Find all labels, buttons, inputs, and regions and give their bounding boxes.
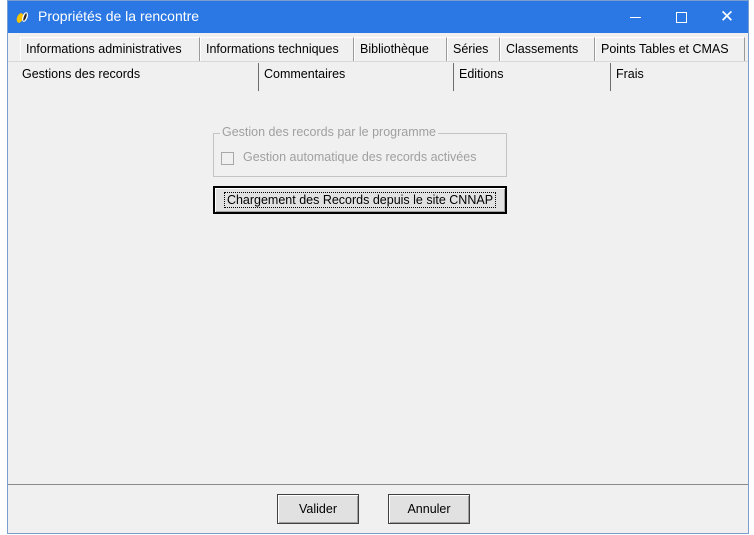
tab-label: Informations administratives bbox=[26, 42, 182, 56]
tab-informations-techniques[interactable]: Informations techniques bbox=[200, 37, 354, 61]
valider-button[interactable]: Valider bbox=[277, 494, 359, 524]
properties-dialog: Propriétés de la rencontre ✕ Information… bbox=[7, 0, 749, 534]
tab-row-1: Informations administratives Information… bbox=[8, 37, 748, 62]
tab-frais[interactable]: Frais bbox=[610, 63, 740, 91]
tab-row-2: Gestions des records Commentaires Editio… bbox=[8, 63, 748, 91]
app-logo-icon bbox=[16, 12, 28, 23]
minimize-button[interactable] bbox=[612, 1, 658, 33]
tab-commentaires[interactable]: Commentaires bbox=[258, 63, 453, 91]
load-records-button[interactable]: Chargement des Records depuis le site CN… bbox=[213, 186, 507, 214]
tab-informations-administratives[interactable]: Informations administratives bbox=[20, 37, 200, 61]
auto-records-checkbox[interactable] bbox=[221, 152, 234, 165]
maximize-icon bbox=[675, 11, 687, 23]
tab-gestions-des-records[interactable]: Gestions des records bbox=[18, 63, 258, 91]
tab-points-tables-cmas[interactable]: Points Tables et CMAS bbox=[595, 37, 745, 61]
maximize-button[interactable] bbox=[658, 1, 704, 33]
tab-label: Frais bbox=[616, 67, 644, 81]
tab-editions[interactable]: Editions bbox=[453, 63, 610, 91]
tab-label: Séries bbox=[453, 42, 489, 56]
records-groupbox: Gestion des records par le programme Ges… bbox=[213, 125, 507, 177]
close-icon: ✕ bbox=[719, 7, 735, 26]
tab-label: Gestions des records bbox=[22, 67, 141, 81]
tab-label: Informations techniques bbox=[206, 42, 339, 56]
tab-label: Editions bbox=[459, 67, 504, 81]
title-bar[interactable]: Propriétés de la rencontre ✕ bbox=[8, 1, 748, 33]
tab-label: Bibliothèque bbox=[360, 42, 429, 56]
minimize-icon bbox=[629, 16, 641, 18]
tab-series[interactable]: Séries bbox=[447, 37, 500, 61]
close-button[interactable]: ✕ bbox=[704, 1, 748, 33]
tab-label: Classements bbox=[506, 42, 579, 56]
tab-bibliotheque[interactable]: Bibliothèque bbox=[354, 37, 447, 61]
annuler-button[interactable]: Annuler bbox=[388, 494, 470, 524]
tab-classements[interactable]: Classements bbox=[500, 37, 595, 61]
tab-label: Points Tables et CMAS bbox=[601, 42, 729, 56]
tab-label: Commentaires bbox=[264, 67, 346, 81]
auto-records-label: Gestion automatique des records activées bbox=[243, 150, 477, 164]
load-records-label: Chargement des Records depuis le site CN… bbox=[223, 192, 497, 208]
window-title: Propriétés de la rencontre bbox=[38, 8, 200, 24]
groupbox-legend: Gestion des records par le programme bbox=[220, 125, 438, 139]
